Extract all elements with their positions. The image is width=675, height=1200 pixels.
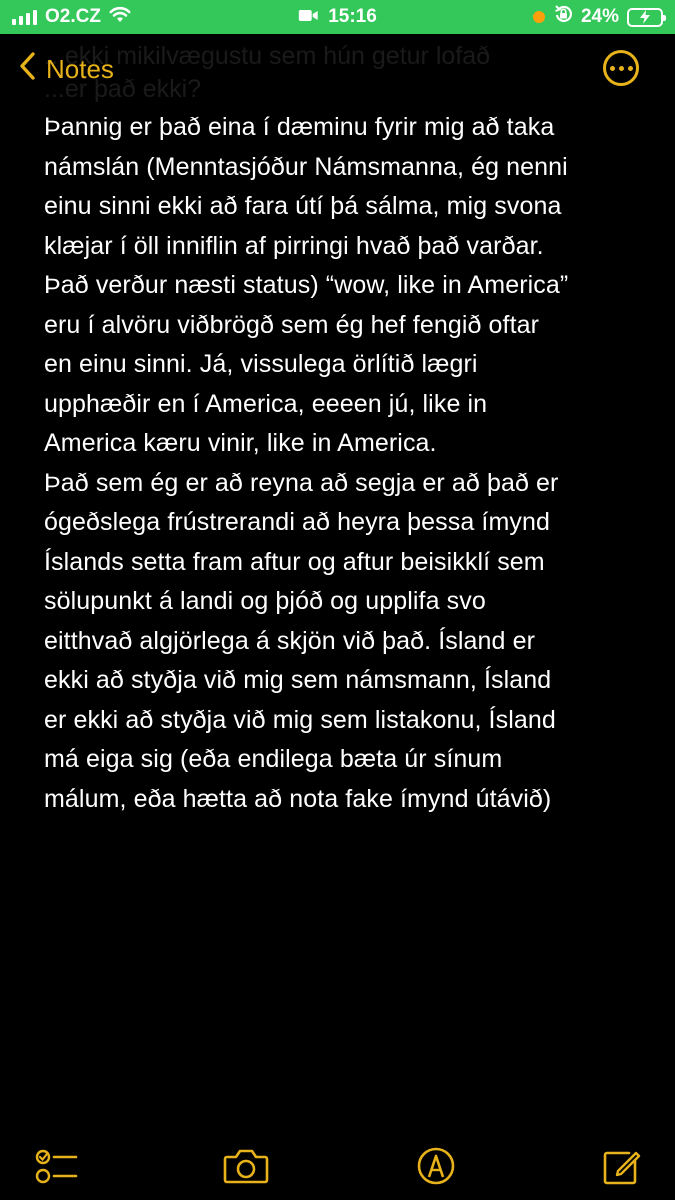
note-line: Það verður næsti status) “wow, like in A… xyxy=(44,271,569,299)
note-line: klæjar í öll inniflin af pirringi hvað þ… xyxy=(44,231,544,260)
checklist-button[interactable] xyxy=(34,1144,78,1188)
note-text[interactable]: Þannig er það eina í dæminu fyrir mig að… xyxy=(44,108,644,819)
markup-button[interactable] xyxy=(414,1144,458,1188)
cellular-signal-icon xyxy=(12,9,37,25)
compose-icon xyxy=(601,1145,643,1187)
back-label: Notes xyxy=(46,53,114,84)
camera-button[interactable] xyxy=(223,1144,269,1188)
compose-note-button[interactable] xyxy=(600,1144,644,1188)
note-line: upphæðir en í America, eeeen jú, like in xyxy=(44,389,488,418)
recording-indicator-icon xyxy=(532,11,545,23)
note-line: eru í alvöru viðbrögð sem ég hef fengið … xyxy=(44,310,540,339)
orientation-lock-icon xyxy=(553,4,573,30)
note-line: en einu sinni. Já, vissulega örlítið læg… xyxy=(44,350,478,378)
markup-pen-icon xyxy=(416,1146,456,1186)
note-line: einu sinni ekki að fara útí þá sálma, mi… xyxy=(44,192,562,220)
note-line: Þannig er það eina í dæminu fyrir mig að… xyxy=(44,113,555,141)
battery-charging-icon xyxy=(627,7,666,27)
status-right: 24% xyxy=(532,4,666,30)
navigation-bar: ...ekki mikilvægustu sem hún getur lofað… xyxy=(0,34,675,106)
more-options-button[interactable] xyxy=(603,50,639,86)
note-line: má eiga sig (eða endilega bæta úr sínum xyxy=(44,745,503,773)
note-line: America kæru vinir, like in America. xyxy=(44,429,437,457)
note-line: sölupunkt á landi og þjóð og upplifa svo xyxy=(44,587,486,615)
note-line: ógeðslega frústrerandi að heyra þessa ím… xyxy=(44,508,550,536)
clock: 15:16 xyxy=(328,6,377,27)
notes-screen: O2.CZ 15:16 24% ...ekki mikilvægustu sem… xyxy=(0,0,675,1200)
wifi-icon xyxy=(109,6,131,29)
bottom-toolbar xyxy=(0,1136,675,1200)
chevron-left-icon xyxy=(18,51,36,88)
ellipsis-icon xyxy=(609,65,615,71)
status-center: 15:16 xyxy=(298,6,377,28)
note-line: ekki að styðja við mig sem námsmann, Ísl… xyxy=(44,666,552,694)
carrier-name: O2.CZ xyxy=(45,6,101,27)
note-line: námslán (Menntasjóður Námsmanna, ég nenn… xyxy=(44,152,568,181)
scrolled-under-text: ...ekki mikilvægustu sem hún getur lofað… xyxy=(44,42,491,103)
back-to-notes-button[interactable]: Notes xyxy=(18,48,114,90)
note-line: Íslands setta fram aftur og aftur beisik… xyxy=(44,547,545,576)
checklist-icon xyxy=(34,1146,78,1186)
note-line: er ekki að styðja við mig sem listakonu,… xyxy=(44,705,556,734)
battery-percent: 24% xyxy=(580,6,619,27)
camera-icon xyxy=(223,1147,269,1185)
status-bar: O2.CZ 15:16 24% xyxy=(0,0,675,34)
video-camera-icon xyxy=(298,6,318,28)
note-line: eitthvað algjörlega á skjön við það. Ísl… xyxy=(44,626,536,655)
note-line: málum, eða hætta að nota fake ímynd útáv… xyxy=(44,784,552,813)
status-left: O2.CZ xyxy=(12,6,131,29)
note-line: Það sem ég er að reyna að segja er að þa… xyxy=(44,468,559,497)
